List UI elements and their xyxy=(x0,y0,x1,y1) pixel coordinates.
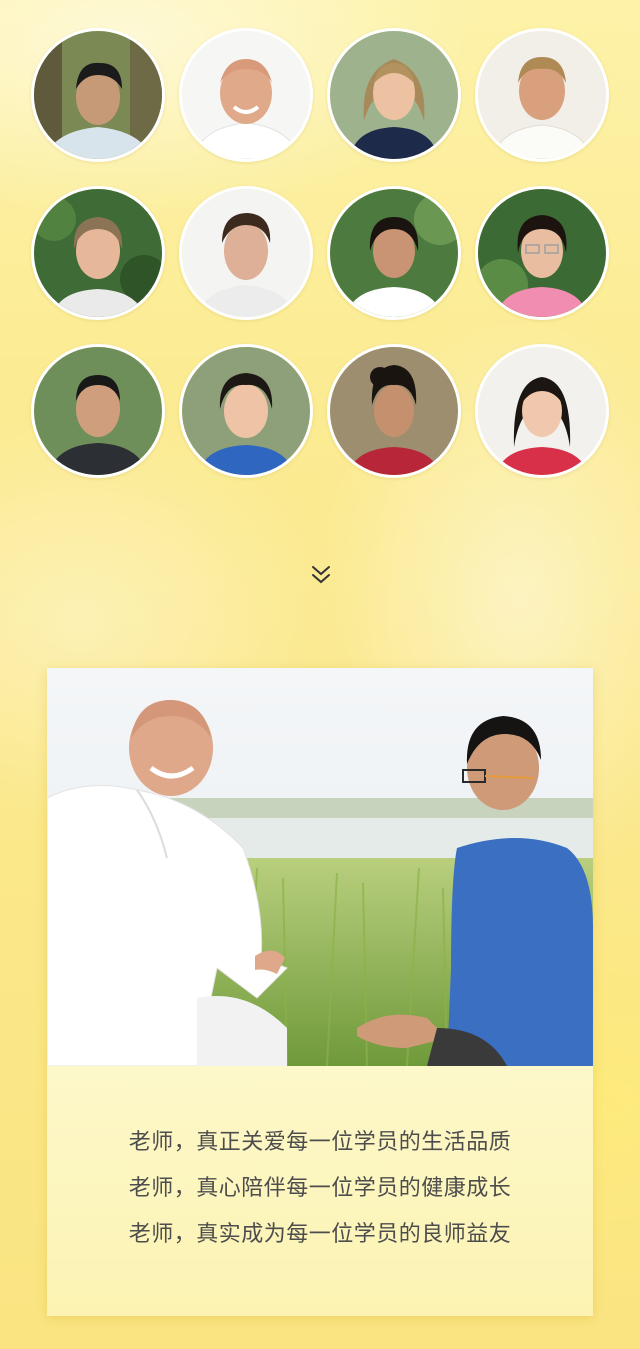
feature-card: 老师，真正关爱每一位学员的生活品质 老师，真心陪伴每一位学员的健康成长 老师，真… xyxy=(47,668,593,1316)
teacher-avatar-3[interactable] xyxy=(327,28,461,162)
teacher-avatar-grid xyxy=(31,28,611,488)
teacher-avatar-5[interactable] xyxy=(31,186,165,320)
teacher-avatar-4[interactable] xyxy=(475,28,609,162)
teacher-avatar-6[interactable] xyxy=(179,186,313,320)
teacher-avatar-9[interactable] xyxy=(31,344,165,478)
teacher-avatar-11[interactable] xyxy=(327,344,461,478)
teacher-avatar-12[interactable] xyxy=(475,344,609,478)
teacher-student-photo xyxy=(47,668,593,1066)
teacher-avatar-7[interactable] xyxy=(327,186,461,320)
caption-line-3: 老师，真实成为每一位学员的良师益友 xyxy=(128,1222,512,1247)
teacher-avatar-1[interactable] xyxy=(31,28,165,162)
caption-line-2: 老师，真心陪伴每一位学员的健康成长 xyxy=(128,1176,512,1201)
teacher-avatar-2[interactable] xyxy=(179,28,313,162)
teacher-avatar-8[interactable] xyxy=(475,186,609,320)
caption-block: 老师，真正关爱每一位学员的生活品质 老师，真心陪伴每一位学员的健康成长 老师，真… xyxy=(47,1120,593,1258)
double-chevron-down-icon xyxy=(309,564,333,586)
teacher-avatar-10[interactable] xyxy=(179,344,313,478)
caption-line-1: 老师，真正关爱每一位学员的生活品质 xyxy=(128,1130,512,1155)
